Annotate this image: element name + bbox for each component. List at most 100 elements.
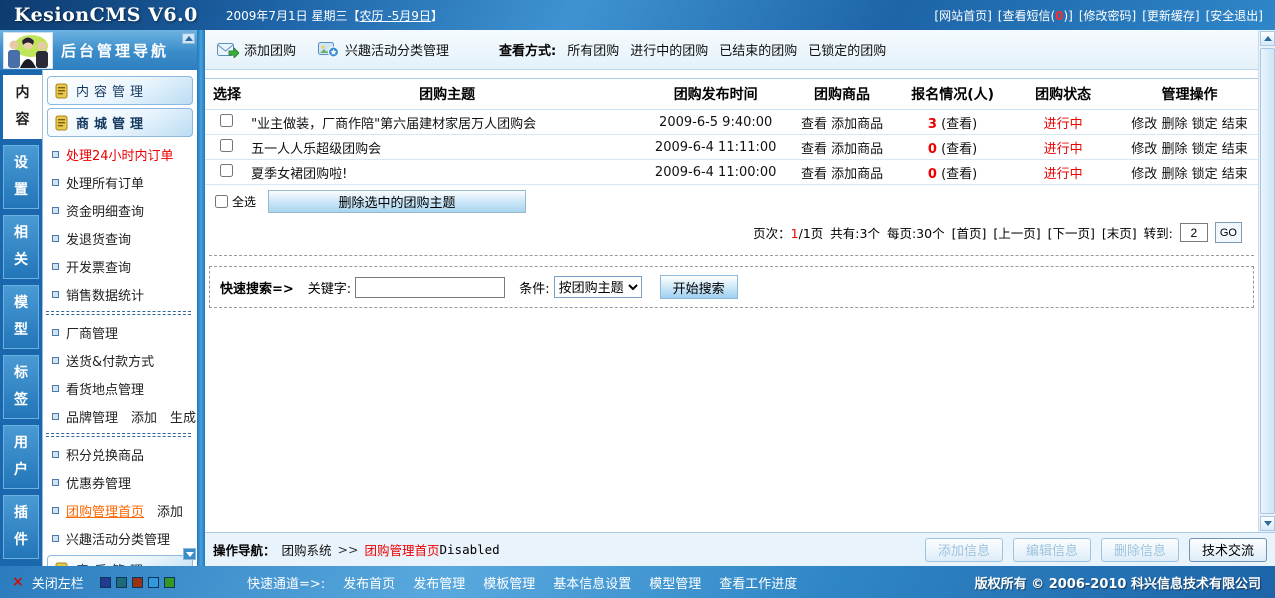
menu-item-vendor-manage[interactable]: 厂商管理 [45,318,195,346]
theme-color-swatch[interactable] [164,576,175,588]
next-page-link[interactable]: [下一页] [1048,223,1095,242]
tab-content[interactable]: 内容 [3,75,42,139]
goods-view-link[interactable]: 查看 [801,117,827,132]
edit-info-button[interactable]: 编辑信息 [1012,537,1091,562]
goods-add-link[interactable]: 添加商品 [831,167,883,182]
add-info-button[interactable]: 添加信息 [924,537,1003,562]
op-edit-link[interactable]: 修改 [1131,167,1157,182]
current-page-link[interactable]: 团购管理首页 [364,540,439,559]
menu-item-label[interactable]: 开发票查询 [66,257,131,276]
groupbuy-title-link[interactable]: "业主做装，厂商作陪"第六届建材家居万人团购会 [251,117,536,132]
view-all-link[interactable]: 所有团购 [567,40,619,59]
tab-model[interactable]: 模型 [3,285,39,349]
groupbuy-title-link[interactable]: 五一人人乐超级团购会 [251,142,381,157]
signup-view-link[interactable]: (查看) [941,167,977,182]
op-edit-link[interactable]: 修改 [1131,117,1157,132]
sidebar-scroll-down-button[interactable] [183,548,196,560]
refresh-cache-link[interactable]: [更新缓存] [1142,7,1199,24]
goods-add-link[interactable]: 添加商品 [831,142,883,157]
mall-manage-button[interactable]: 商城管理 [47,108,193,137]
row-checkbox[interactable] [219,113,233,127]
row-checkbox[interactable] [219,163,233,177]
view-messages-link[interactable]: [查看短信(0)] [998,7,1073,24]
signup-view-link[interactable]: (查看) [941,117,977,132]
publish-home-link[interactable]: 发布首页 [343,573,395,592]
op-lock-link[interactable]: 锁定 [1192,117,1218,132]
signup-view-link[interactable]: (查看) [941,142,977,157]
op-delete-link[interactable]: 删除 [1161,142,1187,157]
publish-manage-link[interactable]: 发布管理 [413,573,465,592]
tech-support-button[interactable]: 技术交流 [1188,537,1267,562]
model-manage-link[interactable]: 模型管理 [649,573,701,592]
view-ongoing-link[interactable]: 进行中的团购 [630,40,708,59]
last-page-link[interactable]: [末页] [1102,223,1137,242]
sidebar-scroll-up-button[interactable] [182,33,195,44]
menu-item-label[interactable]: 积分兑换商品 [66,445,144,464]
menu-item-label[interactable]: 兴趣活动分类管理 [66,529,170,548]
goods-view-link[interactable]: 查看 [801,142,827,157]
tab-plugins[interactable]: 插件 [3,495,39,559]
menu-item-label[interactable]: 资金明细查询 [66,201,144,220]
scrollbar-thumb[interactable] [1260,48,1275,514]
tab-users[interactable]: 用户 [3,425,39,489]
content-manage-button[interactable]: 内容管理 [47,76,193,105]
menu-item-label[interactable]: 厂商管理 [66,323,118,342]
keyword-input[interactable] [355,276,506,298]
menu-item-label[interactable]: 看货地点管理 [66,379,144,398]
search-condition-select[interactable]: 按团购主题 [553,276,642,298]
scrollbar-down-button[interactable] [1260,516,1275,531]
logout-link[interactable]: [安全退出] [1206,7,1263,24]
menu-item-label[interactable]: 处理24小时内订单 [66,145,174,164]
menu-item-label[interactable]: 优惠券管理 [66,473,131,492]
site-home-link[interactable]: [网站首页] [934,7,991,24]
view-locked-link[interactable]: 已锁定的团购 [808,40,886,59]
op-end-link[interactable]: 结束 [1222,117,1248,132]
prev-page-link[interactable]: [上一页] [993,223,1040,242]
interest-category-manage-button[interactable]: 兴趣活动分类管理 [318,40,449,59]
select-all-checkbox[interactable] [215,195,228,208]
goods-view-link[interactable]: 查看 [801,167,827,182]
menu-item-label[interactable]: 发退货查询 [66,229,131,248]
op-edit-link[interactable]: 修改 [1131,142,1157,157]
menu-item-label[interactable]: 销售数据统计 [66,285,144,304]
menu-item-sales-stats[interactable]: 销售数据统计 [45,280,195,308]
lunar-date-link[interactable]: 农历 -5月9日 [360,9,431,23]
menu-item-funds-query[interactable]: 资金明细查询 [45,196,195,224]
template-manage-link[interactable]: 模板管理 [483,573,535,592]
view-ended-link[interactable]: 已结束的团购 [719,40,797,59]
op-delete-link[interactable]: 删除 [1161,117,1187,132]
menu-item-all-orders[interactable]: 处理所有订单 [45,168,195,196]
work-progress-link[interactable]: 查看工作进度 [719,573,797,592]
change-password-link[interactable]: [修改密码] [1079,7,1136,24]
menu-item-label[interactable]: 处理所有订单 [66,173,144,192]
brand-generate-link[interactable]: 生成 [170,407,196,426]
delete-selected-button[interactable]: 删除选中的团购主题 [268,190,527,213]
menu-item-coupon-manage[interactable]: 优惠券管理 [45,468,195,496]
theme-color-swatch[interactable] [116,576,127,588]
groupbuy-add-link[interactable]: 添加 [157,501,183,520]
add-groupbuy-button[interactable]: 添加团购 [217,40,296,59]
delete-info-button[interactable]: 删除信息 [1100,537,1179,562]
brand-add-link[interactable]: 添加 [131,407,157,426]
theme-color-swatch[interactable] [148,576,159,588]
vertical-scrollbar[interactable] [1258,30,1275,532]
menu-item-invoice-query[interactable]: 开发票查询 [45,252,195,280]
menu-item-brand-manage[interactable]: 品牌管理 添加 生成 [45,402,196,430]
menu-item-label[interactable]: 送货&付款方式 [66,351,154,370]
theme-color-swatch[interactable] [100,576,111,588]
op-end-link[interactable]: 结束 [1222,167,1248,182]
op-lock-link[interactable]: 锁定 [1192,142,1218,157]
menu-item-label[interactable]: 团购管理首页 [66,501,144,520]
goto-page-input[interactable] [1179,223,1208,242]
menu-item-pickup-location[interactable]: 看货地点管理 [45,374,195,402]
menu-item-orders-24h[interactable]: 处理24小时内订单 [45,140,195,168]
groupbuy-system-link[interactable]: 团购系统 [282,540,332,559]
basic-info-settings-link[interactable]: 基本信息设置 [553,573,631,592]
goods-add-link[interactable]: 添加商品 [831,117,883,132]
scrollbar-up-button[interactable] [1260,31,1275,46]
menu-item-interest-category[interactable]: 兴趣活动分类管理 [45,524,195,552]
op-end-link[interactable]: 结束 [1222,142,1248,157]
menu-item-returns-query[interactable]: 发退货查询 [45,224,195,252]
op-lock-link[interactable]: 锁定 [1192,167,1218,182]
menu-item-label[interactable]: 品牌管理 [66,407,118,426]
